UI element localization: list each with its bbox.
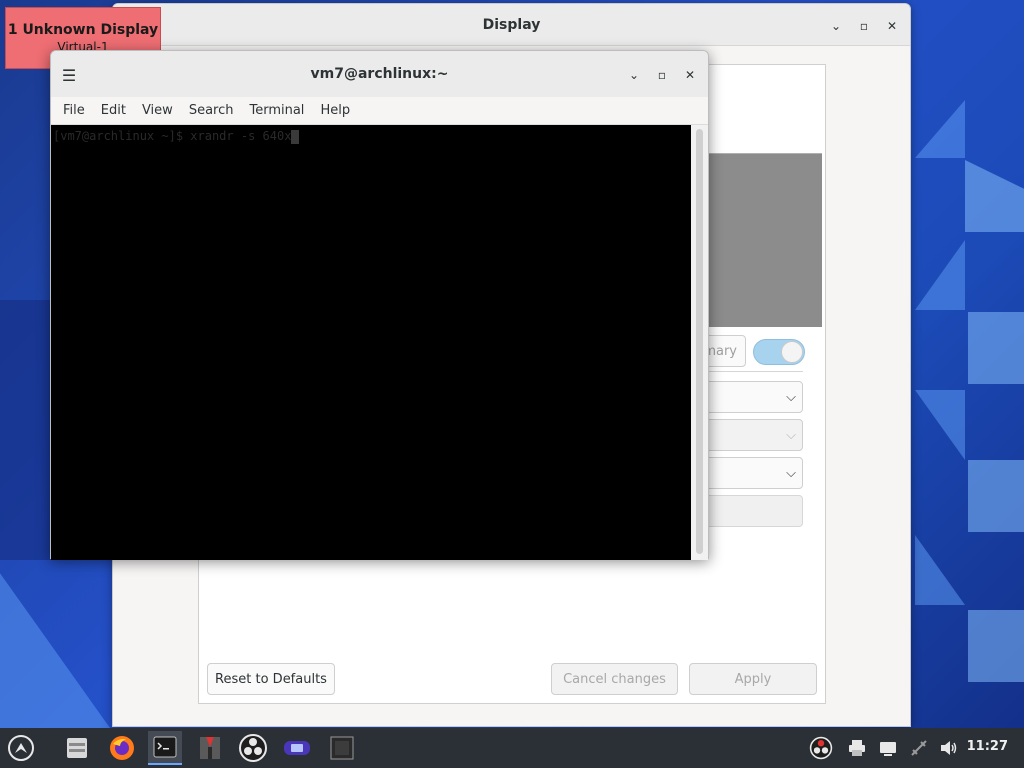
close-icon[interactable]: ✕ — [882, 16, 902, 36]
obs-icon[interactable] — [236, 731, 270, 765]
close-icon[interactable]: ✕ — [680, 65, 700, 85]
terminal-taskbar-icon[interactable] — [148, 731, 182, 765]
menu-file[interactable]: File — [55, 103, 93, 118]
file-manager-icon[interactable] — [60, 731, 94, 765]
display-window-title: Display — [482, 16, 541, 33]
hamburger-menu-icon[interactable]: ☰ — [59, 65, 79, 85]
screenshot-app-icon[interactable] — [325, 731, 359, 765]
wallpaper-shape — [915, 100, 965, 158]
terminal-cursor — [291, 129, 300, 144]
terminal-prompt-line: [vm7@archlinux ~]$ xrandr -s 640x — [51, 125, 693, 148]
menu-search[interactable]: Search — [181, 103, 242, 118]
firefox-icon[interactable] — [105, 731, 139, 765]
wallpaper-shape — [915, 390, 965, 460]
display-window-controls: ⌄ ▫ ✕ — [826, 16, 902, 36]
terminal-window-controls: ⌄ ▫ ✕ — [624, 65, 700, 85]
menu-view[interactable]: View — [134, 103, 181, 118]
apply-button[interactable]: Apply — [689, 663, 817, 695]
maximize-icon[interactable]: ▫ — [854, 16, 874, 36]
wallpaper-shape — [968, 312, 1024, 384]
terminal-scrollbar[interactable] — [691, 125, 708, 560]
menu-terminal[interactable]: Terminal — [241, 103, 312, 118]
terminal-command: [vm7@archlinux ~]$ xrandr -s 640x — [53, 129, 292, 143]
menu-edit[interactable]: Edit — [93, 103, 134, 118]
terminal-output[interactable]: [vm7@archlinux ~]$ xrandr -s 640x — [51, 125, 693, 560]
chevron-down-icon: ⌵ — [786, 427, 796, 443]
monitor-preview[interactable] — [708, 153, 822, 327]
wallpaper-shape — [915, 240, 965, 310]
printer-icon[interactable] — [845, 736, 869, 760]
terminal-window: ☰ vm7@archlinux:~ ⌄ ▫ ✕ File Edit View S… — [50, 50, 709, 560]
minimize-icon[interactable]: ⌄ — [624, 65, 644, 85]
taskbar: 11:27 — [0, 728, 1024, 768]
chevron-down-icon: ⌵ — [786, 389, 796, 405]
wallpaper-shape — [915, 535, 965, 605]
volume-icon[interactable] — [937, 736, 961, 760]
wallpaper-shape — [968, 460, 1024, 532]
obs-tray-icon[interactable] — [809, 736, 833, 760]
terminal-menubar: File Edit View Search Terminal Help — [51, 97, 708, 125]
vm-app-icon[interactable] — [193, 731, 227, 765]
game-console-icon[interactable] — [280, 731, 314, 765]
display-enabled-toggle[interactable] — [753, 339, 805, 365]
taskbar-clock[interactable]: 11:27 — [967, 739, 1008, 754]
scrollbar-thumb[interactable] — [696, 129, 703, 554]
wallpaper-shape — [965, 160, 1024, 232]
menu-help[interactable]: Help — [312, 103, 358, 118]
display-identifier-name: 1 Unknown Display — [7, 22, 159, 38]
toggle-knob — [781, 341, 803, 363]
reset-to-defaults-button[interactable]: Reset to Defaults — [207, 663, 335, 695]
minimize-icon[interactable]: ⌄ — [826, 16, 846, 36]
display-tray-icon[interactable] — [876, 736, 900, 760]
terminal-titlebar[interactable]: ☰ vm7@archlinux:~ ⌄ ▫ ✕ — [51, 51, 708, 97]
maximize-icon[interactable]: ▫ — [652, 65, 672, 85]
display-titlebar[interactable]: Display ⌄ ▫ ✕ — [113, 4, 910, 46]
wallpaper-shape — [968, 610, 1024, 682]
wallpaper-shape — [0, 300, 50, 560]
chevron-down-icon: ⌵ — [786, 465, 796, 481]
cancel-changes-button[interactable]: Cancel changes — [551, 663, 678, 695]
app-launcher-icon[interactable] — [4, 731, 38, 765]
network-disconnected-icon[interactable] — [907, 736, 931, 760]
terminal-window-title: vm7@archlinux:~ — [310, 66, 449, 82]
